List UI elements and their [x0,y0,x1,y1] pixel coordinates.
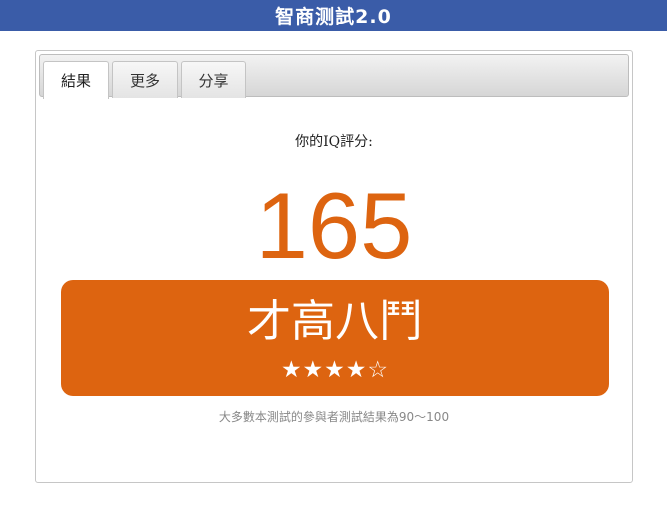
tab-more-label: 更多 [129,71,160,90]
tab-share-label: 分享 [198,71,229,90]
tab-results-label: 結果 [60,72,91,90]
score-label: 你的IQ評分: [295,134,373,150]
tab-share[interactable]: 分享 [181,61,246,98]
tab-results[interactable]: 結果 [43,61,109,99]
app-header: 智商测試2.0 [0,0,667,31]
result-panel: 結果 更多 分享 你的IQ評分: 165 才高八鬥 ★★★★☆ 大多數本測試的參… [35,50,633,483]
app-title: 智商测試2.0 [275,6,392,28]
tab-bar: 結果 更多 分享 [39,54,629,99]
tab-more[interactable]: 更多 [112,61,178,98]
iq-score: 165 [255,173,413,278]
footnote: 大多數本測試的參與者測試結果為90～100 [218,410,450,424]
rating-box: 才高八鬥 ★★★★☆ [61,280,609,396]
star-rating: ★★★★☆ [280,357,390,383]
rating-title: 才高八鬥 [247,296,423,347]
